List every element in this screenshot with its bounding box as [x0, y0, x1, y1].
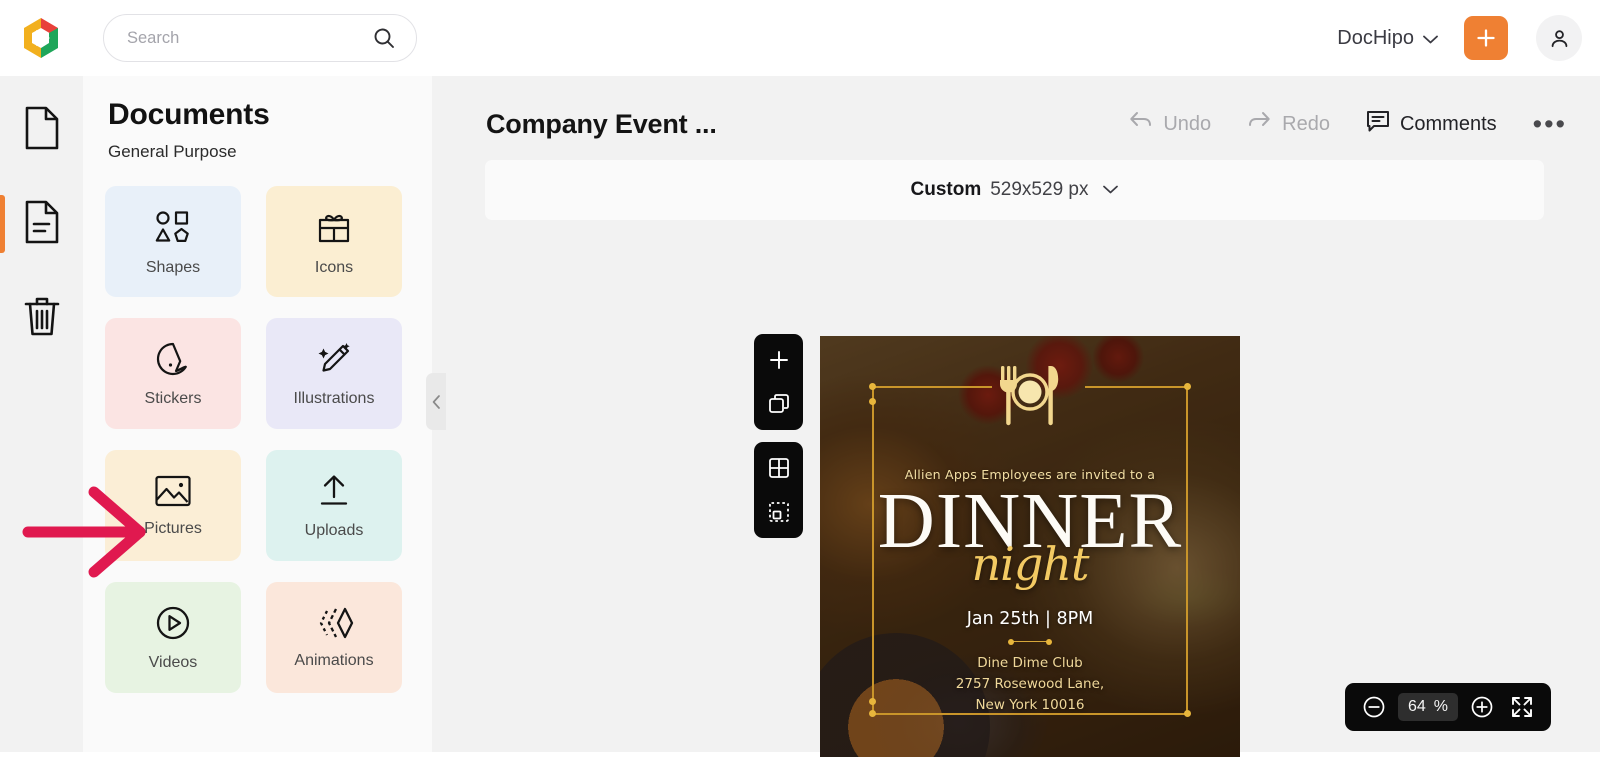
gift-icon [314, 207, 354, 247]
play-circle-icon [154, 604, 192, 642]
dochipo-logo[interactable] [18, 15, 64, 61]
search-icon[interactable] [372, 26, 396, 50]
brand-menu-label: DocHipo [1337, 26, 1414, 49]
documents-panel: Documents General Purpose Shapes Icons S… [83, 76, 432, 752]
canvas-size-value: 529x529 px [990, 179, 1089, 200]
page-tools-group-1 [754, 334, 803, 430]
comment-icon [1366, 110, 1390, 139]
tile-label: Pictures [144, 519, 202, 537]
search-bar[interactable] [103, 14, 417, 62]
panel-title: Documents [108, 98, 270, 131]
create-new-button[interactable] [1464, 16, 1508, 60]
page-blank-icon [23, 106, 61, 155]
sticker-icon [154, 340, 192, 378]
account-avatar-button[interactable] [1536, 15, 1582, 61]
panel-subtitle: General Purpose [108, 142, 237, 161]
zoom-in-button[interactable] [1470, 695, 1494, 719]
undo-button[interactable]: Undo [1128, 110, 1211, 138]
poster-venue-street: 2757 Rosewood Lane, [955, 675, 1105, 692]
image-icon [154, 474, 192, 508]
top-bar: DocHipo [0, 0, 1600, 76]
fullscreen-button[interactable] [1510, 695, 1534, 719]
brand-menu[interactable]: DocHipo [1337, 27, 1438, 50]
add-page-button[interactable] [765, 346, 793, 374]
animation-icon [314, 606, 354, 640]
chevron-down-icon [1103, 181, 1119, 199]
poster-content: Allien Apps Employees are invited to a D… [820, 336, 1240, 757]
tile-uploads[interactable]: Uploads [266, 450, 402, 561]
tile-label: Animations [294, 651, 374, 669]
comments-button[interactable]: Comments [1366, 110, 1497, 139]
pencil-sparkle-icon [315, 340, 353, 378]
tile-label: Shapes [145, 258, 201, 276]
tile-stickers[interactable]: Stickers [105, 318, 241, 429]
tile-pictures[interactable]: Pictures [105, 450, 241, 561]
canvas-size-prefix: Custom [910, 179, 982, 200]
poster-divider [1008, 638, 1052, 645]
duplicate-page-button[interactable] [765, 390, 793, 418]
zoom-level-display[interactable]: 64 % [1397, 693, 1458, 721]
page-tools-group-2 [754, 442, 803, 538]
editor-toolbar: Undo Redo Comments ••• [1128, 110, 1600, 139]
design-canvas[interactable]: Allien Apps Employees are invited to a D… [820, 336, 1240, 757]
tile-shapes[interactable]: Shapes [105, 186, 241, 297]
asset-tile-grid: Shapes Icons Stickers Illustrations Pict… [105, 186, 432, 693]
tile-label: Illustrations [293, 389, 375, 407]
tile-videos[interactable]: Videos [105, 582, 241, 693]
tile-label: Stickers [144, 389, 202, 407]
page-lines-icon [23, 200, 61, 249]
rail-item-documents[interactable] [0, 193, 83, 255]
canvas-size-selector[interactable]: Custom 529x529 px [485, 160, 1544, 220]
poster-script-word: night [971, 537, 1090, 592]
select-all-button[interactable] [765, 498, 793, 526]
trash-icon [22, 294, 62, 343]
panel-collapse-handle[interactable] [426, 373, 446, 430]
more-options-button[interactable]: ••• [1533, 111, 1567, 138]
grid-view-button[interactable] [765, 454, 793, 482]
tile-animations[interactable]: Animations [266, 582, 402, 693]
canvas-area: Allien Apps Employees are invited to a D… [432, 220, 1600, 757]
tile-illustrations[interactable]: Illustrations [266, 318, 402, 429]
tile-icons[interactable]: Icons [266, 186, 402, 297]
top-bar-right: DocHipo [1337, 15, 1600, 61]
zoom-out-button[interactable] [1362, 695, 1386, 719]
shapes-icon [153, 207, 193, 247]
left-icon-rail [0, 76, 83, 752]
redo-button[interactable]: Redo [1247, 110, 1330, 138]
comments-label: Comments [1399, 112, 1497, 135]
zoom-value: 64 [1407, 698, 1426, 715]
poster-venue-city: New York 10016 [975, 696, 1085, 713]
chevron-down-icon [1423, 27, 1438, 50]
tile-label: Icons [314, 258, 354, 276]
undo-label: Undo [1163, 112, 1212, 135]
poster-venue-name: Dine Dime Club [977, 655, 1083, 672]
tile-label: Videos [148, 653, 198, 671]
search-input[interactable] [127, 28, 372, 48]
redo-label: Redo [1282, 112, 1330, 135]
rail-item-pages[interactable] [0, 99, 83, 161]
redo-icon [1247, 110, 1272, 138]
poster-datetime: Jan 25th | 8PM [966, 609, 1094, 630]
rail-item-trash[interactable] [0, 287, 83, 349]
document-title[interactable]: Company Event ... [486, 109, 717, 140]
zoom-unit: % [1433, 698, 1448, 715]
tile-label: Uploads [304, 521, 364, 539]
zoom-control: 64 % [1344, 683, 1551, 731]
upload-icon [315, 472, 353, 510]
editor-header: Company Event ... Undo Redo Comments ••• [432, 94, 1600, 154]
page-floating-tools [754, 334, 803, 538]
fork-plate-knife-icon [992, 362, 1068, 433]
undo-icon [1128, 110, 1153, 138]
editor-area: Company Event ... Undo Redo Comments •••… [432, 76, 1600, 757]
poster-venue: Dine Dime Club 2757 Rosewood Lane, New Y… [956, 653, 1104, 716]
